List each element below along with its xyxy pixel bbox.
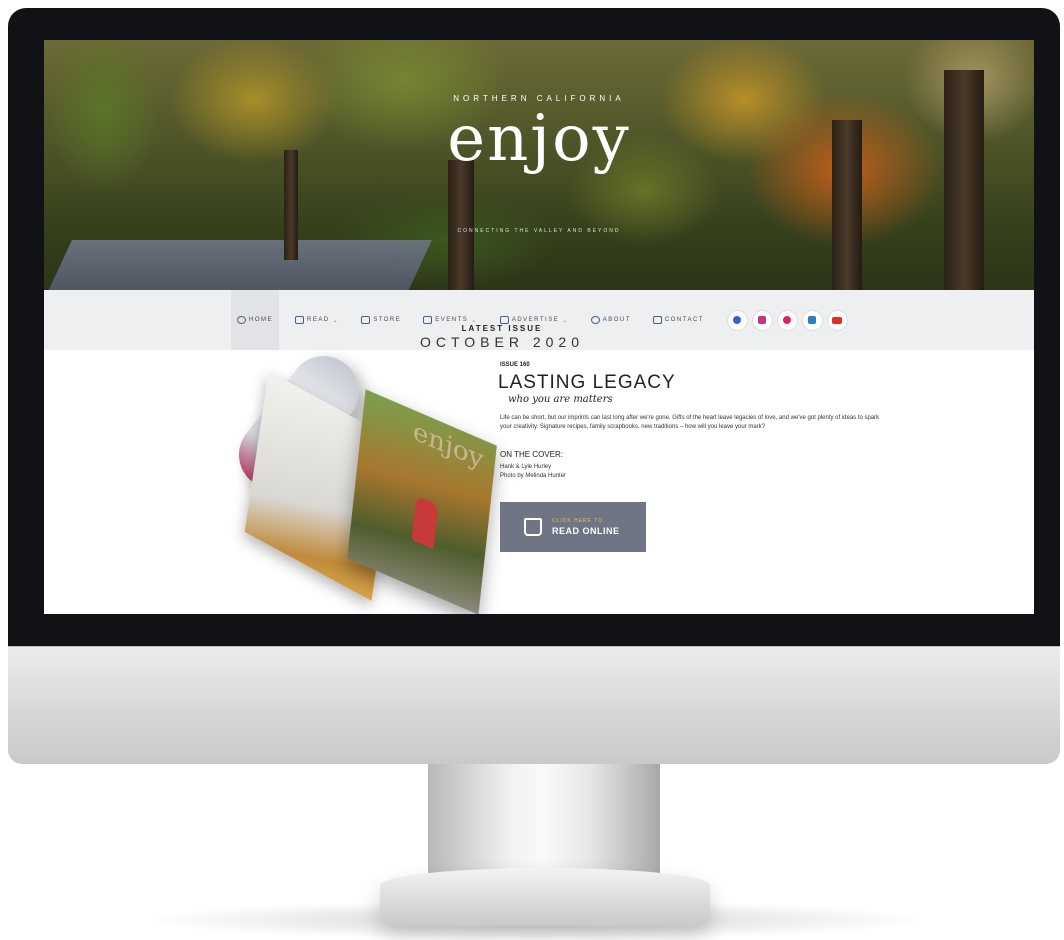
book-open-icon bbox=[524, 518, 542, 536]
latest-issue-label: LATEST ISSUE bbox=[461, 324, 543, 333]
youtube-icon[interactable] bbox=[827, 310, 847, 330]
linkedin-icon[interactable] bbox=[802, 310, 822, 330]
home-icon bbox=[237, 316, 246, 324]
nav-label: ABOUT bbox=[602, 317, 631, 323]
nav-label: CONTACT bbox=[664, 317, 704, 323]
instagram-icon[interactable] bbox=[752, 310, 772, 330]
chevron-down-icon: ⌄ bbox=[471, 317, 478, 324]
social-links bbox=[727, 310, 847, 330]
cover-label: ON THE COVER: bbox=[500, 450, 563, 459]
nav-label: READ bbox=[307, 317, 330, 323]
hero-tagline: CONNECTING THE VALLEY AND BEYOND bbox=[457, 228, 621, 234]
nav-label: ADVERTISE bbox=[511, 317, 560, 323]
calendar-icon bbox=[423, 316, 433, 324]
book-icon bbox=[295, 316, 304, 324]
nav-label: EVENTS bbox=[435, 317, 469, 323]
nav-item-home[interactable]: HOME bbox=[231, 290, 279, 350]
issue-description: Life can be short, but our imprints can … bbox=[500, 415, 880, 430]
monitor-stand-neck bbox=[428, 764, 660, 874]
nav-item-contact[interactable]: CONTACT bbox=[647, 290, 710, 350]
read-online-button[interactable]: CLICK HERE TO READ ONLINE bbox=[500, 502, 646, 552]
info-icon bbox=[590, 316, 600, 324]
hero-banner: NORTHERN CALIFORNIA enjoy CONNECTING THE… bbox=[44, 40, 1034, 290]
nav-label: STORE bbox=[373, 317, 402, 323]
issue-title: LASTING LEGACY bbox=[498, 372, 676, 393]
monitor-chin bbox=[8, 646, 1060, 764]
issue-subtitle: who you are matters bbox=[508, 394, 613, 405]
hero-tree-trunk bbox=[448, 160, 474, 290]
contact-card-icon bbox=[652, 316, 662, 324]
bag-icon bbox=[361, 316, 371, 324]
magazine-title: enjoy bbox=[411, 416, 485, 476]
read-online-kicker: CLICK HERE TO bbox=[552, 518, 604, 524]
chevron-down-icon: ⌄ bbox=[332, 317, 340, 324]
chevron-down-icon: ⌄ bbox=[562, 317, 569, 324]
cover-names: Hank & Lyle Hurley bbox=[500, 464, 552, 470]
site-logo[interactable]: enjoy bbox=[44, 102, 1034, 176]
magazine-cover-image[interactable]: enjoy bbox=[216, 342, 516, 614]
nav-label: HOME bbox=[249, 317, 273, 323]
facebook-icon[interactable] bbox=[727, 310, 747, 330]
read-online-text: CLICK HERE TO READ ONLINE bbox=[552, 518, 620, 536]
pinterest-icon[interactable] bbox=[777, 310, 797, 330]
monitor-stand-base bbox=[380, 868, 710, 926]
cover-photo-credit: Photo by Melinda Hunter bbox=[500, 473, 567, 479]
latest-issue-month: OCTOBER 2020 bbox=[419, 334, 584, 350]
issue-number: ISSUE 160 bbox=[500, 362, 530, 368]
magazine-figure bbox=[411, 495, 439, 550]
hero-road bbox=[44, 240, 432, 290]
newspaper-icon bbox=[499, 316, 509, 324]
nav-item-read[interactable]: READ ⌄ bbox=[289, 290, 345, 350]
read-online-label: READ ONLINE bbox=[552, 526, 620, 536]
